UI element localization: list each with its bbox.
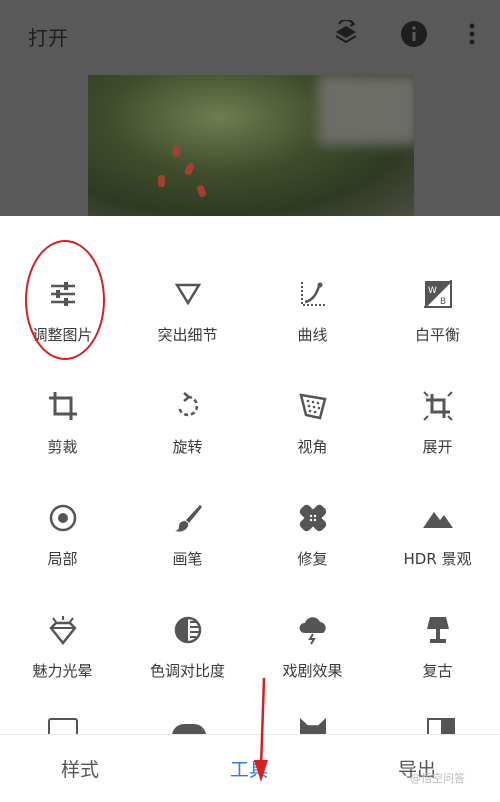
- tool-label: 色调对比度: [149, 662, 225, 680]
- svg-text:B: B: [440, 297, 446, 307]
- selective-icon: [47, 502, 79, 534]
- tool-white-balance[interactable]: W B 白平衡: [375, 256, 500, 356]
- tool-label: 调整图片: [32, 326, 93, 344]
- tool-hdr-scape[interactable]: HDR 景观: [375, 480, 500, 580]
- open-button[interactable]: 打开: [28, 22, 68, 51]
- tool-selective[interactable]: 局部: [0, 480, 125, 580]
- white-balance-icon: W B: [422, 278, 454, 310]
- tool-healing[interactable]: 修复: [250, 480, 375, 580]
- perspective-icon: [297, 390, 329, 422]
- drama-icon: [297, 614, 329, 646]
- tool-label: 旋转: [172, 438, 203, 456]
- tool-label: 突出细节: [157, 326, 218, 344]
- tool-tune-image[interactable]: 调整图片: [0, 256, 125, 356]
- tool-rotate[interactable]: 旋转: [125, 368, 250, 468]
- layers-stack-icon[interactable]: [330, 18, 362, 50]
- rotate-icon: [172, 390, 204, 422]
- vintage-lamp-icon: [422, 614, 454, 646]
- expand-icon: [422, 390, 454, 422]
- tool-perspective[interactable]: 视角: [250, 368, 375, 468]
- photo-preview: [88, 75, 414, 216]
- more-menu-icon[interactable]: [456, 18, 488, 50]
- tool-brush[interactable]: 画笔: [125, 480, 250, 580]
- tool-partial-4[interactable]: [427, 718, 455, 734]
- hdr-landscape-icon: [422, 502, 454, 534]
- sliders-icon: [47, 278, 79, 310]
- tool-label: HDR 景观: [403, 550, 472, 568]
- tool-partial-1[interactable]: [48, 718, 78, 734]
- tool-label: 剪裁: [47, 438, 78, 456]
- tool-details[interactable]: 突出细节: [125, 256, 250, 356]
- tool-partial-3[interactable]: [300, 718, 326, 734]
- tool-label: 修复: [297, 550, 328, 568]
- tool-label: 戏剧效果: [282, 662, 343, 680]
- tool-label: 曲线: [297, 326, 328, 344]
- tool-label: 视角: [297, 438, 328, 456]
- svg-text:W: W: [428, 286, 437, 296]
- tool-label: 白平衡: [414, 326, 460, 344]
- tab-styles[interactable]: 样式: [61, 755, 99, 782]
- curves-icon: [297, 278, 329, 310]
- tool-expand[interactable]: 展开: [375, 368, 500, 468]
- watermark: @悟空问答: [410, 772, 465, 785]
- tool-vintage[interactable]: 复古: [375, 592, 500, 692]
- tool-tonal-contrast[interactable]: 色调对比度: [125, 592, 250, 692]
- tool-crop[interactable]: 剪裁: [0, 368, 125, 468]
- tonal-contrast-icon: [172, 614, 204, 646]
- tool-glamour-glow[interactable]: 魅力光晕: [0, 592, 125, 692]
- tool-curves[interactable]: 曲线: [250, 256, 375, 356]
- healing-icon: [297, 502, 329, 534]
- tool-label: 展开: [422, 438, 453, 456]
- tool-label: 局部: [47, 550, 78, 568]
- tool-label: 魅力光晕: [32, 662, 93, 680]
- crop-icon: [47, 390, 79, 422]
- glamour-glow-icon: [47, 614, 79, 646]
- triangle-down-icon: [172, 278, 204, 310]
- tool-label: 画笔: [172, 550, 203, 568]
- tool-drama[interactable]: 戏剧效果: [250, 592, 375, 692]
- tab-tools[interactable]: 工具: [230, 755, 268, 782]
- bottom-tab-bar: 样式 工具 导出: [0, 734, 500, 802]
- top-bar: 打开: [0, 0, 500, 216]
- info-icon[interactable]: [398, 18, 430, 50]
- tool-partial-2[interactable]: [172, 724, 206, 734]
- brush-icon: [172, 502, 204, 534]
- tool-label: 复古: [422, 662, 453, 680]
- tools-panel: 调整图片 突出细节 曲线 W B 白平衡 剪裁 旋转 视角 展开 局部 画笔 修…: [0, 216, 500, 734]
